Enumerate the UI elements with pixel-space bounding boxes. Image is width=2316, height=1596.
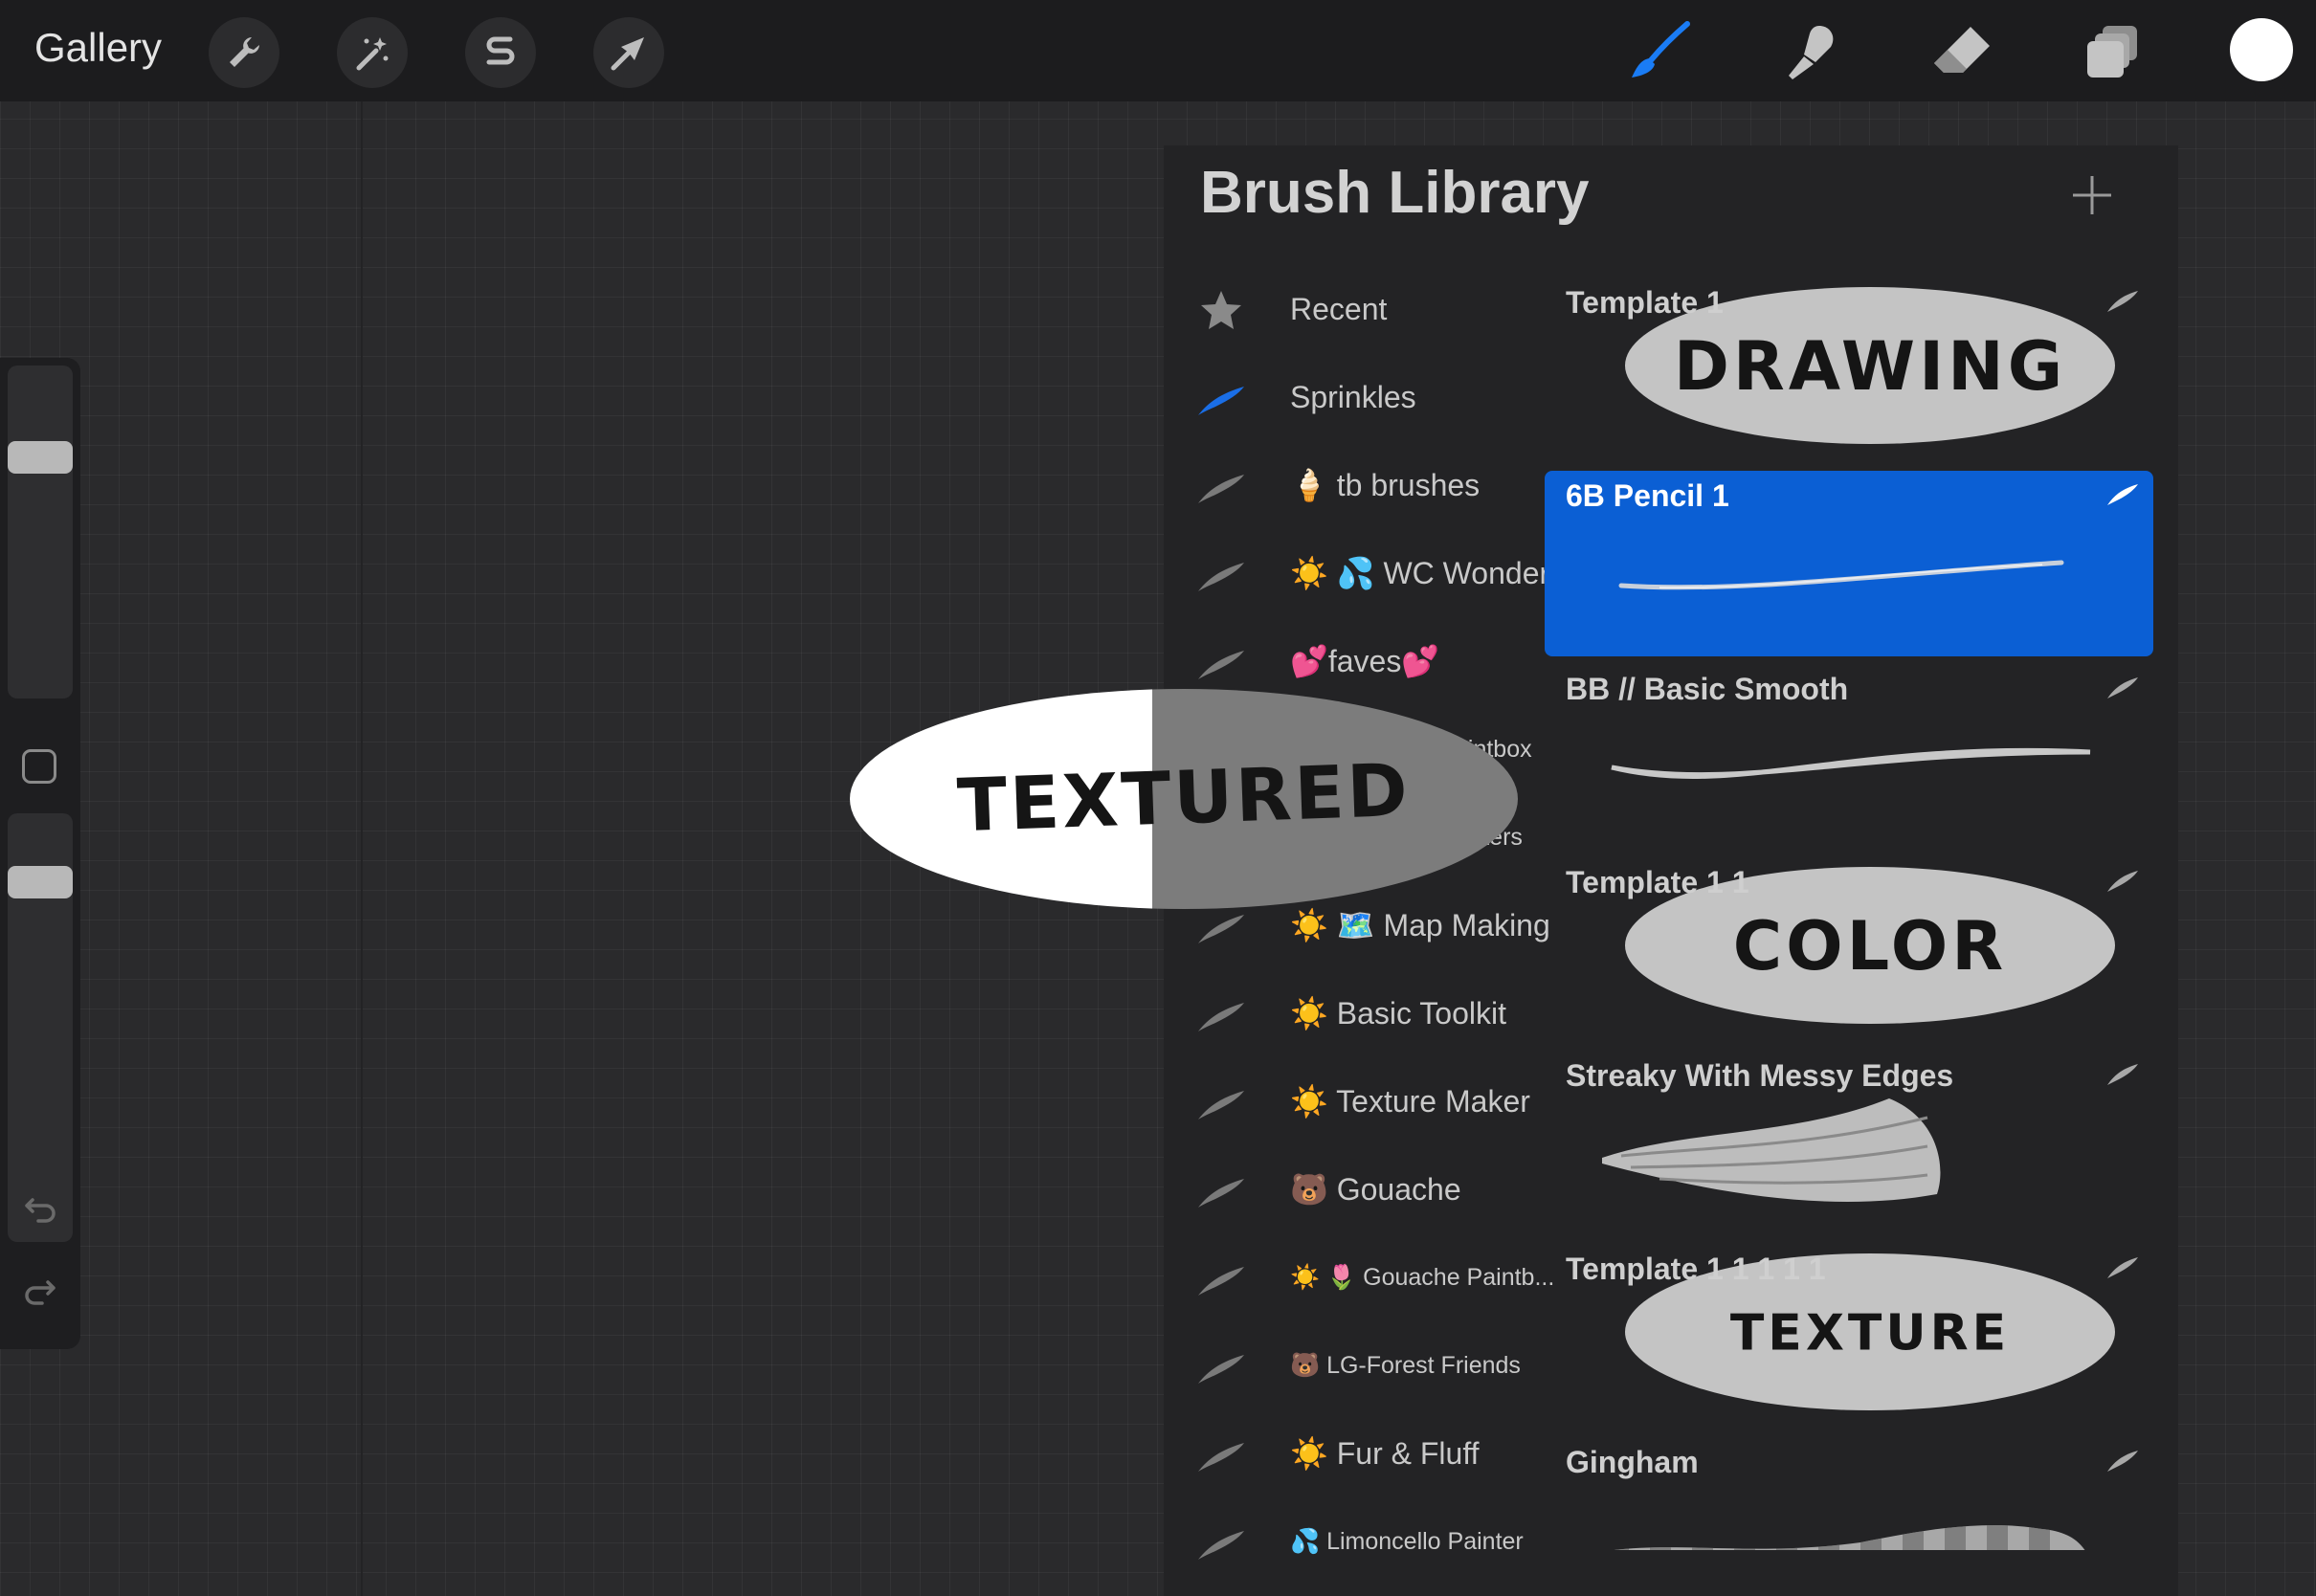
arrow-transform-icon[interactable] [593,17,664,88]
brush-opacity-thumb[interactable] [8,865,73,898]
brush-feather-icon [2107,677,2138,698]
brush-card[interactable]: 6B Pencil 1 [1545,471,2153,656]
brush-card[interactable]: BB // Basic Smooth [1545,664,2153,850]
brush-feather-icon [2107,871,2138,892]
brush-set-label: ☀️ 💦 WC Wonder [1290,556,1550,590]
star-icon [1201,291,1241,329]
brush-set-label: 🍦 tb brushes [1290,468,1481,502]
brush-set-icon [1198,1443,1244,1472]
brush-set-icon [1198,387,1244,415]
stroke-preview-text: DRAWING [1674,327,2066,406]
top-toolbar: Gallery [0,0,2316,101]
plus-icon[interactable] [2069,172,2115,218]
brush-card[interactable]: TEXTURE Template 1 1 1 1 1 [1545,1244,2153,1430]
brush-set-item[interactable]: ☀️ Texture Maker [1196,1068,1550,1135]
brush-set-icon [1198,475,1244,503]
brush-set-item[interactable]: ☀️ 💦 WC Wonder [1196,540,1550,607]
brush-set-item[interactable]: Recent [1196,276,1550,343]
brush-set-icon [1198,1531,1244,1560]
brush-name: Template 1 1 [1566,865,1749,899]
eraser-icon[interactable] [1927,19,1996,84]
brush-icon[interactable] [1625,19,1694,84]
magic-wand-icon[interactable] [337,17,408,88]
canvas-guide-line [361,101,363,1596]
brush-set-item[interactable]: 🍦 tb brushes [1196,452,1550,519]
brush-feather-icon [2107,1257,2138,1278]
brush-set-icon [1198,1003,1244,1031]
left-sidebar [0,358,80,1349]
brush-set-label: ☀️ Texture Maker [1290,1084,1530,1119]
brush-name: Streaky With Messy Edges [1566,1058,1954,1093]
brush-set-icon [1198,1091,1244,1119]
brush-card[interactable]: Streaky With Messy Edges [1545,1051,2153,1236]
brush-set-label: 🐻 Gouache [1290,1172,1461,1207]
brush-set-item[interactable]: ☀️ 🌷 Gouache Paintb... [1196,1244,1554,1311]
brush-card[interactable]: DRAWING Template 1 [1545,277,2153,463]
brush-feather-icon [2107,1064,2138,1085]
brush-set-item[interactable]: 🐻 Gouache [1196,1156,1550,1223]
brush-set-label: 💦 Limoncello Painter [1290,1528,1524,1555]
gallery-button[interactable]: Gallery [34,25,162,71]
smudge-icon[interactable] [1776,19,1845,84]
stroke-preview-text: TEXTURE [1730,1305,2010,1363]
brush-feather-icon [2107,291,2138,312]
brush-name: Template 1 1 1 1 1 [1566,1252,1826,1286]
brush-set-item[interactable]: 💕faves💕 [1196,628,1550,695]
brush-set-label: ☀️ Basic Toolkit [1290,996,1506,1031]
brush-set-item[interactable]: Sprinkles [1196,364,1550,431]
stroke-preview-text: COLOR [1733,907,2007,986]
undo-icon[interactable] [21,1190,59,1229]
brush-set-icon [1198,1179,1244,1208]
brush-set-item[interactable]: ☀️ Basic Toolkit [1196,980,1550,1047]
brush-name: BB // Basic Smooth [1566,672,1849,706]
brush-set-icon [1198,915,1244,943]
brush-set-icon [1198,1355,1244,1384]
redo-icon[interactable] [21,1273,59,1311]
brush-name: Template 1 [1566,285,1724,320]
brush-set-item[interactable]: ☀️ Fur & Fluff [1196,1420,1550,1487]
brush-set-label: ☀️ Fur & Fluff [1290,1436,1480,1471]
color-picker-button[interactable] [2230,18,2293,81]
modify-square-icon[interactable] [22,749,56,784]
brush-card[interactable]: Gingham [1545,1437,2153,1550]
layers-icon[interactable] [2079,19,2148,84]
brush-card[interactable]: COLOR Template 1 1 [1545,857,2153,1043]
brush-size-thumb[interactable] [8,440,73,474]
brush-list: DRAWING Template 1 6B Pencil 1 BB // Basic … [1545,277,2153,1550]
brush-set-icon [1198,1267,1244,1296]
brush-set-item[interactable]: 💦 Limoncello Painter [1196,1508,1550,1575]
brush-set-icon [1198,651,1244,679]
brush-set-label: 🐻 LG-Forest Friends [1290,1352,1521,1379]
brush-set-label: Recent [1290,292,1388,326]
textured-drag-preview: TEXTURED [850,689,1518,909]
brush-feather-icon [2107,1451,2138,1472]
brush-feather-icon [2107,484,2138,505]
brush-set-icon [1198,563,1244,591]
wrench-icon[interactable] [209,17,279,88]
brush-name: Gingham [1566,1445,1699,1479]
brush-set-label: 💕faves💕 [1290,644,1440,678]
textured-label: TEXTURED [956,747,1412,848]
panel-title: Brush Library [1200,160,1590,226]
selection-s-icon[interactable] [465,17,536,88]
brush-size-slider[interactable] [8,366,73,698]
brush-set-label: Sprinkles [1290,380,1416,414]
brush-set-item[interactable]: 🐻 LG-Forest Friends [1196,1332,1550,1399]
brush-set-label: ☀️ 🌷 Gouache Paintb... [1290,1264,1555,1291]
brush-name: 6B Pencil 1 [1566,478,1729,513]
